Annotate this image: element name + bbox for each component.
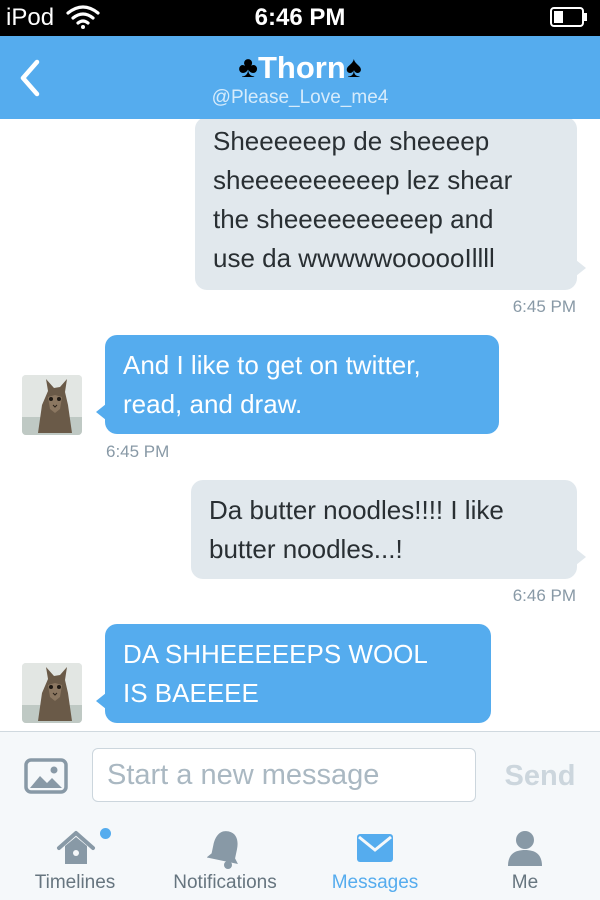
message-line: DA SHHEEEEEPS WOOL xyxy=(123,639,428,669)
incoming-message-bubble[interactable]: And I like to get on twitter, read, and … xyxy=(96,335,499,434)
bell-icon xyxy=(207,831,238,869)
message-line: IS BAEEEE xyxy=(123,678,259,708)
outgoing-message-bubble[interactable]: Sheeeeeep de sheeeep sheeeeeeeeeep lez s… xyxy=(195,119,586,290)
unread-badge xyxy=(100,828,111,839)
message-line: Da butter noodles!!!! I like xyxy=(209,495,504,525)
message-line: the sheeeeeeeeeep and xyxy=(213,204,494,234)
photo-icon[interactable] xyxy=(24,758,68,794)
cat-avatar-icon xyxy=(22,663,82,723)
message-timestamp: 6:45 PM xyxy=(106,442,170,461)
message-line: butter noodles...! xyxy=(209,534,403,564)
avatar[interactable] xyxy=(22,375,82,435)
tab-bar: Timelines Notifications Messages Me xyxy=(0,818,600,900)
tab-label: Notifications xyxy=(173,872,277,893)
message-timestamp: 6:45 PM xyxy=(512,297,576,316)
spade-suit-icon: ♠ xyxy=(345,51,362,84)
send-button[interactable]: Send xyxy=(494,756,586,796)
incoming-message-bubble[interactable]: DA SHHEEEEEPS WOOL IS BAEEEE xyxy=(96,624,491,723)
avatar[interactable] xyxy=(22,663,82,723)
conversation-title: ♣Thorn♠ xyxy=(0,50,600,86)
home-icon xyxy=(57,831,95,864)
message-timestamp: 6:46 PM xyxy=(512,586,576,605)
person-icon xyxy=(508,831,542,866)
message-line: use da wwwwwoooooIllll xyxy=(213,243,495,273)
tab-messages[interactable]: Messages xyxy=(300,818,450,900)
cat-avatar-icon xyxy=(22,375,82,435)
message-line: sheeeeeeeeeep lez shear xyxy=(213,165,513,195)
contact-name: Thorn xyxy=(257,50,346,85)
tab-label: Me xyxy=(511,872,539,893)
message-line: Sheeeeeep de sheeeep xyxy=(213,126,490,156)
status-bar: iPod 6:46 PM xyxy=(0,0,600,36)
tab-label: Messages xyxy=(331,872,419,893)
clock: 6:46 PM xyxy=(254,4,346,31)
battery-icon xyxy=(550,7,587,27)
conversation-header: ♣Thorn♠ @Please_Love_me4 xyxy=(0,36,600,119)
tab-label: Timelines xyxy=(34,872,116,893)
outgoing-message-bubble[interactable]: Da butter noodles!!!! I like butter nood… xyxy=(191,480,586,579)
message-thread[interactable]: Sheeeeeep de sheeeep sheeeeeeeeeep lez s… xyxy=(0,119,600,731)
message-line: read, and draw. xyxy=(123,389,303,419)
tab-timelines[interactable]: Timelines xyxy=(0,818,150,900)
message-input[interactable] xyxy=(92,748,476,802)
message-line: And I like to get on twitter, xyxy=(123,350,421,380)
message-composer: Send xyxy=(0,731,600,819)
tab-me[interactable]: Me xyxy=(450,818,600,900)
club-suit-icon: ♣ xyxy=(238,51,258,84)
envelope-icon xyxy=(357,834,393,862)
tab-notifications[interactable]: Notifications xyxy=(150,818,300,900)
contact-handle: @Please_Love_me4 xyxy=(211,87,389,108)
